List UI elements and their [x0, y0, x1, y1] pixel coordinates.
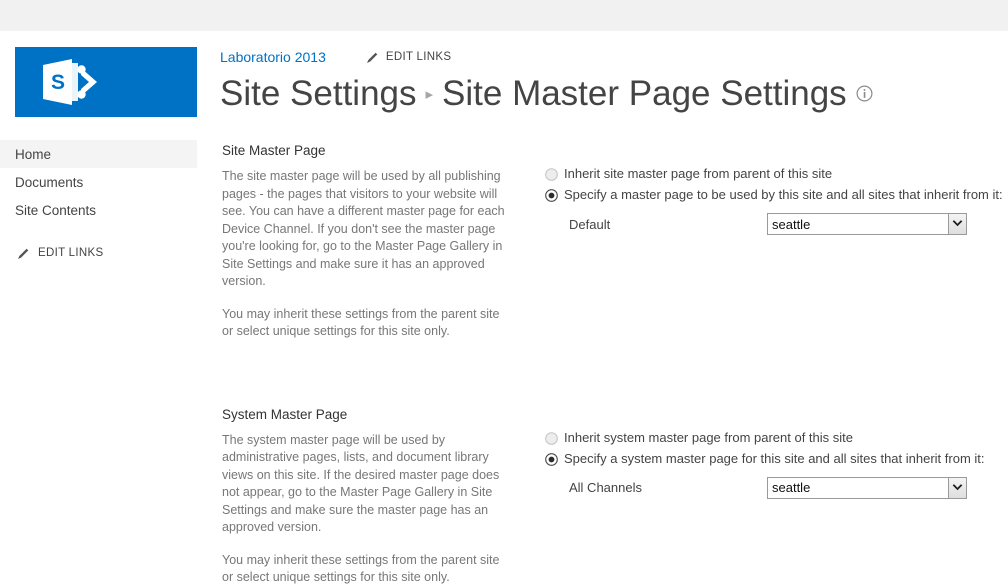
info-icon[interactable]	[856, 85, 873, 107]
radio-inherit-system-master-page[interactable]: Inherit system master page from parent o…	[545, 429, 1008, 447]
page-header: Laboratorio 2013 EDIT LINKS Site Setting…	[220, 46, 1008, 115]
section-description: Site Master Page The site master page wi…	[220, 143, 512, 341]
section-system-master-page: System Master Page The system master pag…	[220, 407, 1008, 587]
info-icon-glyph	[856, 85, 873, 102]
section-paragraph: The system master page will be used by a…	[222, 432, 500, 535]
sharepoint-logo-icon: S	[43, 59, 97, 105]
section-controls: Inherit system master page from parent o…	[545, 429, 1008, 499]
edit-links-button-sidebar[interactable]: EDIT LINKS	[0, 241, 197, 265]
system-master-page-select[interactable]: seattle	[767, 476, 967, 499]
section-controls: Inherit site master page from parent of …	[545, 165, 1008, 235]
page-title: Site Settings ▸ Site Master Page Setting…	[220, 73, 1008, 115]
section-heading: System Master Page	[222, 406, 348, 422]
radio-label: Inherit site master page from parent of …	[564, 166, 833, 181]
title-separator-icon: ▸	[425, 86, 434, 103]
svg-text:S: S	[51, 71, 65, 94]
sharepoint-logo[interactable]: S	[15, 47, 197, 117]
radio-unselected-icon	[545, 431, 558, 445]
sidebar-item-label: Documents	[15, 174, 84, 190]
edit-links-button-top[interactable]: EDIT LINKS	[366, 51, 451, 64]
edit-links-label-sidebar: EDIT LINKS	[38, 247, 104, 259]
page-title-current: Site Master Page Settings	[442, 74, 847, 113]
site-master-page-select[interactable]: seattle	[767, 213, 967, 235]
sidebar-item-label: Site Contents	[15, 202, 97, 218]
site-master-page-select-wrapper: seattle	[767, 213, 967, 235]
sidebar-item-home[interactable]: Home	[0, 140, 197, 168]
sidebar-item-documents[interactable]: Documents	[0, 168, 197, 196]
main-content: Site Master Page The site master page wi…	[220, 143, 1008, 587]
page-title-parent[interactable]: Site Settings	[220, 73, 417, 115]
header-top-links: Laboratorio 2013 EDIT LINKS	[220, 46, 1008, 68]
channel-row-default: Default seattle	[545, 213, 1008, 235]
radio-label: Inherit system master page from parent o…	[564, 429, 854, 445]
radio-selected-icon	[545, 452, 558, 466]
section-description: System Master Page The system master pag…	[220, 407, 512, 587]
sidebar-item-site-contents[interactable]: Site Contents	[0, 196, 197, 224]
section-paragraph: You may inherit these settings from the …	[222, 306, 500, 339]
channel-label: Default	[569, 216, 611, 232]
channel-row-all-channels: All Channels seattle	[545, 476, 1008, 499]
sidebar: Home Documents Site Contents EDIT LINKS	[0, 140, 197, 265]
radio-specify-system-master-page[interactable]: Specify a system master page for this si…	[545, 450, 1008, 468]
radio-inherit-site-master-page[interactable]: Inherit site master page from parent of …	[545, 165, 1008, 183]
radio-specify-site-master-page[interactable]: Specify a master page to be used by this…	[545, 186, 1008, 204]
radio-unselected-icon	[545, 168, 558, 181]
suite-bar	[0, 0, 1008, 31]
section-site-master-page: Site Master Page The site master page wi…	[220, 143, 1008, 341]
section-paragraph: The site master page will be used by all…	[222, 169, 505, 288]
radio-label: Specify a system master page for this si…	[564, 450, 985, 466]
pencil-icon	[367, 52, 378, 63]
site-title-link[interactable]: Laboratorio 2013	[220, 48, 326, 66]
channel-label: All Channels	[569, 480, 642, 495]
section-heading: Site Master Page	[222, 143, 326, 158]
system-master-page-select-wrapper: seattle	[767, 476, 967, 499]
radio-selected-icon	[545, 189, 558, 202]
radio-label: Specify a master page to be used by this…	[564, 187, 1003, 202]
section-paragraph: You may inherit these settings from the …	[222, 552, 500, 585]
edit-links-label-top: EDIT LINKS	[385, 51, 452, 63]
pencil-icon	[18, 248, 29, 259]
sidebar-item-label: Home	[15, 146, 52, 162]
